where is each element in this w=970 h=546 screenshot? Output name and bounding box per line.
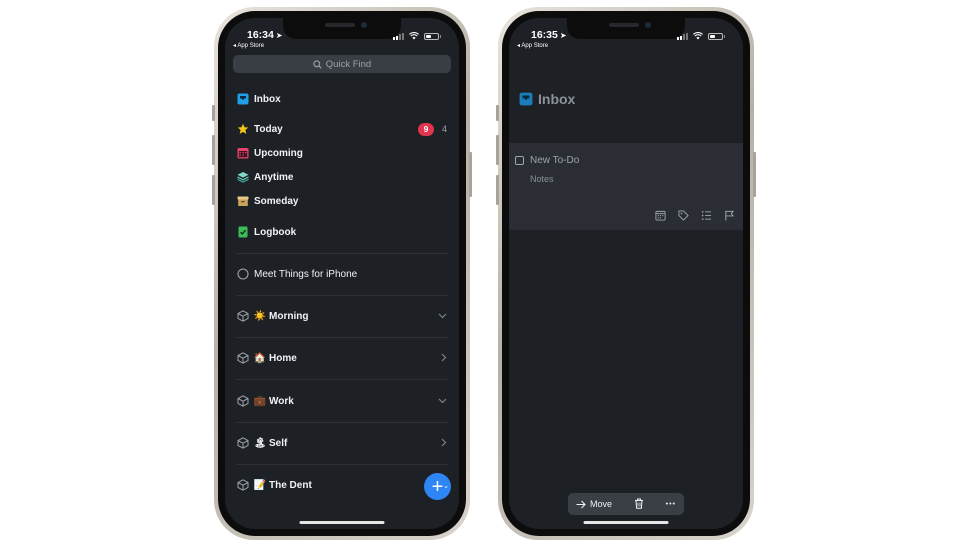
- list-item-someday[interactable]: Someday: [237, 192, 447, 210]
- left-screen: 16:34 ➤ ◂ App Store Quick Find Inbox Tod…: [225, 18, 459, 529]
- list-label: Anytime: [254, 171, 294, 183]
- area-cube-icon: [237, 395, 249, 407]
- overdue-count-badge: 9: [417, 122, 434, 136]
- move-button[interactable]: Move: [576, 499, 612, 509]
- tag-icon[interactable]: [677, 209, 689, 221]
- right-screen: 16:35 ➤ ◂ App Store Inbox New To-Do Notes: [509, 18, 743, 529]
- area-label: Morning: [269, 310, 309, 322]
- project-meet-things[interactable]: Meet Things for iPhone: [237, 265, 447, 283]
- quick-find-search[interactable]: Quick Find: [233, 55, 451, 73]
- area-cube-icon: [237, 310, 249, 322]
- island-emoji-icon: 🏝: [253, 437, 267, 449]
- house-emoji-icon: 🏠: [253, 352, 267, 364]
- area-the-dent[interactable]: 📝 The Dent: [237, 476, 447, 494]
- today-count: 4: [441, 124, 447, 134]
- list-item-upcoming[interactable]: Upcoming: [237, 144, 447, 162]
- divider: [236, 253, 448, 254]
- status-icons: [677, 32, 725, 40]
- logbook-icon: [237, 226, 249, 238]
- inbox-tray-icon: [237, 93, 249, 105]
- calendar-icon[interactable]: [654, 209, 666, 221]
- calendar-icon: [237, 147, 249, 159]
- back-to-app-store[interactable]: ◂ App Store: [233, 42, 264, 49]
- todo-card-tools: [654, 209, 735, 221]
- divider: [236, 379, 448, 380]
- wifi-icon: [693, 32, 703, 40]
- chevron-down-icon: ⌄: [443, 483, 449, 490]
- area-label: Work: [269, 395, 294, 407]
- todo-checkbox[interactable]: [515, 156, 524, 165]
- notch: [567, 18, 685, 39]
- status-time: 16:34 ➤: [247, 29, 283, 41]
- project-circle-icon: [237, 268, 249, 280]
- chevron-down-icon[interactable]: [438, 396, 447, 406]
- trash-icon[interactable]: [634, 498, 644, 511]
- area-morning[interactable]: ☀️ Morning: [237, 307, 447, 325]
- list-item-anytime[interactable]: Anytime: [237, 168, 447, 186]
- checklist-icon[interactable]: [700, 209, 712, 221]
- area-work[interactable]: 💼 Work: [237, 392, 447, 410]
- page-title: Inbox: [519, 91, 575, 107]
- area-label: The Dent: [269, 479, 312, 491]
- list-label: Someday: [254, 195, 299, 207]
- chevron-right-icon[interactable]: [441, 353, 447, 364]
- list-label: Inbox: [254, 93, 281, 105]
- list-label: Logbook: [254, 226, 297, 238]
- list-item-logbook[interactable]: Logbook: [237, 223, 447, 241]
- bottom-toolbar: Move •••: [568, 493, 684, 515]
- back-to-app-store[interactable]: ◂ App Store: [517, 42, 548, 49]
- memo-emoji-icon: 📝: [253, 479, 267, 491]
- chevron-down-icon[interactable]: [438, 311, 447, 321]
- divider: [236, 422, 448, 423]
- signal-icon: [393, 32, 404, 40]
- archive-box-icon: [237, 195, 249, 207]
- chevron-right-icon[interactable]: [441, 438, 447, 449]
- layers-icon: [237, 171, 249, 183]
- left-phone: 16:34 ➤ ◂ App Store Quick Find Inbox Tod…: [212, 7, 472, 540]
- page-title-text: Inbox: [538, 91, 576, 107]
- battery-icon: [708, 32, 725, 40]
- inbox-tray-icon: [519, 92, 533, 106]
- divider: [236, 464, 448, 465]
- divider: [236, 295, 448, 296]
- star-icon: [237, 123, 249, 135]
- new-item-button[interactable]: + ⌄: [424, 473, 451, 500]
- list-item-inbox[interactable]: Inbox: [237, 90, 447, 108]
- list-label: Today: [254, 123, 283, 135]
- todo-title-row[interactable]: New To-Do: [515, 155, 579, 166]
- area-label: Self: [269, 437, 288, 449]
- right-phone: 16:35 ➤ ◂ App Store Inbox New To-Do Notes: [496, 7, 756, 540]
- list-item-today[interactable]: Today 9 4: [237, 120, 447, 138]
- list-label: Upcoming: [254, 147, 303, 159]
- area-cube-icon: [237, 437, 249, 449]
- area-cube-icon: [237, 352, 249, 364]
- more-button[interactable]: •••: [666, 501, 676, 508]
- search-icon: [313, 59, 322, 69]
- move-label: Move: [590, 499, 613, 509]
- todo-notes-input[interactable]: Notes: [530, 174, 554, 184]
- area-self[interactable]: 🏝 Self: [237, 434, 447, 452]
- divider: [236, 337, 448, 338]
- area-cube-icon: [237, 479, 249, 491]
- arrow-right-icon: [576, 500, 586, 508]
- area-label: Home: [269, 352, 297, 364]
- status-icons: [393, 32, 441, 40]
- battery-icon: [424, 32, 441, 40]
- search-placeholder: Quick Find: [325, 58, 372, 70]
- home-indicator[interactable]: [299, 521, 385, 524]
- notch: [283, 18, 401, 39]
- wifi-icon: [409, 32, 419, 40]
- briefcase-emoji-icon: 💼: [253, 395, 267, 407]
- flag-icon[interactable]: [723, 209, 735, 221]
- home-indicator[interactable]: [583, 521, 669, 524]
- todo-editor-card[interactable]: New To-Do Notes: [509, 143, 743, 230]
- plus-icon: +: [431, 475, 444, 498]
- area-home[interactable]: 🏠 Home: [237, 349, 447, 367]
- todo-title-input[interactable]: New To-Do: [530, 155, 579, 166]
- sun-emoji-icon: ☀️: [253, 310, 267, 322]
- status-time: 16:35 ➤: [531, 29, 567, 41]
- project-label: Meet Things for iPhone: [254, 268, 358, 280]
- signal-icon: [677, 32, 688, 40]
